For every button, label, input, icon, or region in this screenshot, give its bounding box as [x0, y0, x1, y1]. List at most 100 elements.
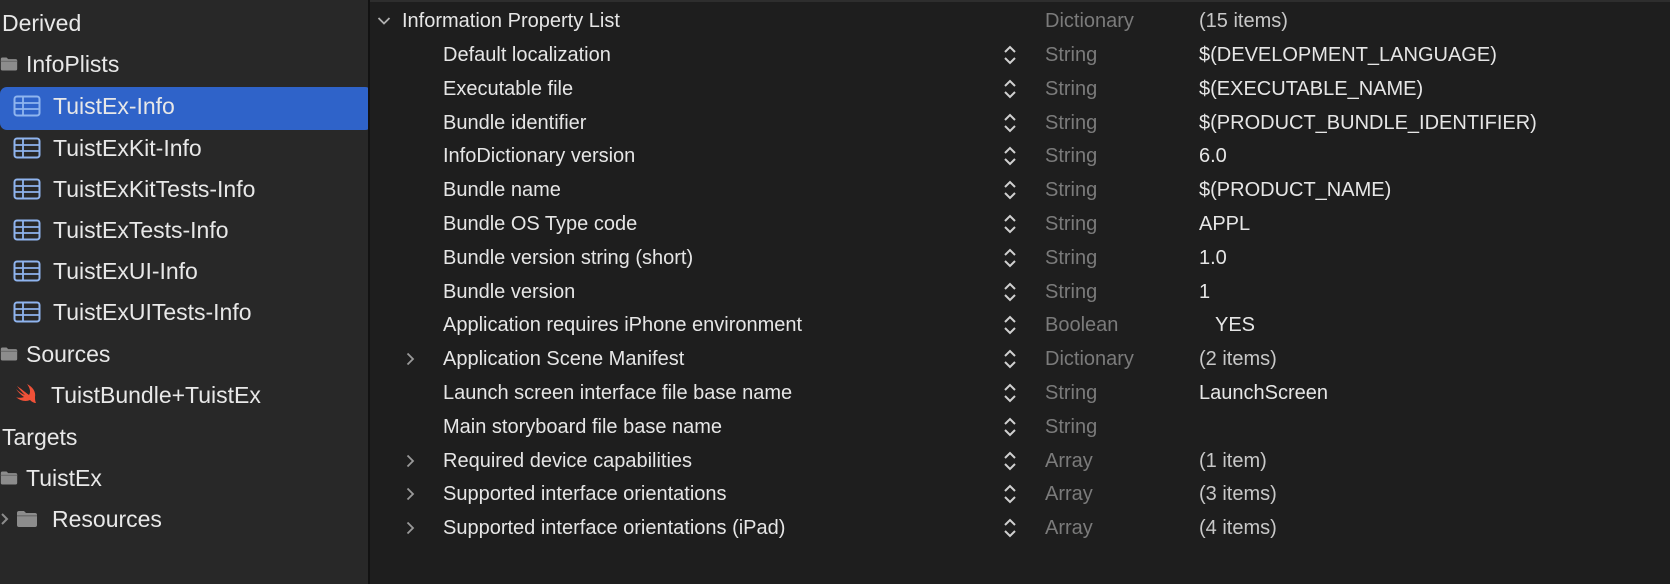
plist-value[interactable]: 6.0 [1199, 138, 1227, 174]
plist-type[interactable]: Array [1045, 476, 1093, 512]
plist-key[interactable]: Main storyboard file base name [443, 409, 722, 445]
plist-row[interactable]: Executable file String $(EXECUTABLE_NAME) [370, 71, 1670, 107]
folder-icon [16, 510, 38, 528]
plist-key[interactable]: Supported interface orientations (iPad) [443, 510, 785, 546]
chevron-right-icon[interactable] [0, 513, 10, 525]
plist-type[interactable]: String [1045, 138, 1097, 174]
chevron-right-icon[interactable] [398, 510, 422, 546]
key-stepper-icon[interactable] [1000, 111, 1020, 135]
plist-value[interactable]: $(PRODUCT_NAME) [1199, 172, 1391, 208]
plist-type[interactable]: String [1045, 37, 1097, 73]
plist-row[interactable]: Bundle identifier String $(PRODUCT_BUNDLE_… [370, 105, 1670, 141]
sidebar-item-infoplists[interactable]: InfoPlists [0, 43, 368, 85]
plist-value[interactable]: (2 items) [1199, 341, 1277, 377]
key-stepper-icon[interactable] [1000, 482, 1020, 506]
plist-row[interactable]: Bundle OS Type code String APPL [370, 206, 1670, 242]
plist-row[interactable]: InfoDictionary version String 6.0 [370, 138, 1670, 174]
plist-value[interactable]: LaunchScreen [1199, 375, 1328, 411]
plist-row[interactable]: Default localization String $(DEVELOPMENT_… [370, 37, 1670, 73]
sidebar-item-tuistexkittests-info[interactable]: TuistExKitTests-Info [0, 168, 368, 210]
plist-value[interactable]: YES [1215, 307, 1255, 343]
key-stepper-icon[interactable] [1000, 43, 1020, 67]
plist-value[interactable]: (4 items) [1199, 510, 1277, 546]
header-separator [370, 0, 1670, 2]
plist-row[interactable]: Supported interface orientations (iPad) A… [370, 510, 1670, 546]
plist-key[interactable]: Application requires iPhone environment [443, 307, 802, 343]
plist-value[interactable]: (3 items) [1199, 476, 1277, 512]
plist-row[interactable]: Application Scene Manifest Dictionary (2 i… [370, 341, 1670, 377]
plist-key[interactable]: Supported interface orientations [443, 476, 727, 512]
sidebar-item-tuistexuitests-info[interactable]: TuistExUITests-Info [0, 291, 368, 333]
plist-value[interactable]: $(EXECUTABLE_NAME) [1199, 71, 1423, 107]
plist-key[interactable]: Default localization [443, 37, 611, 73]
plist-type[interactable]: String [1045, 409, 1097, 445]
plist-value[interactable]: APPL [1199, 206, 1250, 242]
sidebar-item-targets[interactable]: Targets [0, 416, 368, 458]
sidebar-item-resources[interactable]: Resources [0, 498, 368, 540]
plist-row[interactable]: Main storyboard file base name String [370, 409, 1670, 445]
plist-value[interactable]: (1 item) [1199, 443, 1267, 479]
plist-key[interactable]: Bundle version [443, 274, 575, 310]
plist-value[interactable]: (15 items) [1199, 3, 1288, 39]
plist-key[interactable]: Bundle version string (short) [443, 240, 693, 276]
plist-key[interactable]: Bundle identifier [443, 105, 586, 141]
plist-row[interactable]: Launch screen interface file base name St… [370, 375, 1670, 411]
plist-type[interactable]: Dictionary [1045, 341, 1134, 377]
plist-type[interactable]: String [1045, 105, 1097, 141]
plist-type[interactable]: String [1045, 71, 1097, 107]
plist-key[interactable]: Executable file [443, 71, 573, 107]
sidebar-item-tuistextests-info[interactable]: TuistExTests-Info [0, 209, 368, 251]
key-stepper-icon[interactable] [1000, 449, 1020, 473]
plist-key[interactable]: Application Scene Manifest [443, 341, 684, 377]
plist-row[interactable]: Bundle version String 1 [370, 274, 1670, 310]
plist-type[interactable]: String [1045, 375, 1097, 411]
key-stepper-icon[interactable] [1000, 516, 1020, 540]
key-stepper-icon[interactable] [1000, 144, 1020, 168]
sidebar-item-tuistexui-info[interactable]: TuistExUI-Info [0, 250, 368, 292]
sidebar-item-tuistexkit-info[interactable]: TuistExKit-Info [0, 127, 368, 169]
chevron-right-icon[interactable] [398, 341, 422, 377]
plist-type[interactable]: Array [1045, 510, 1093, 546]
sidebar-item-derived[interactable]: Derived [0, 2, 368, 44]
key-stepper-icon[interactable] [1000, 415, 1020, 439]
key-stepper-icon[interactable] [1000, 347, 1020, 371]
plist-value[interactable]: 1.0 [1199, 240, 1227, 276]
plist-type[interactable]: Array [1045, 443, 1093, 479]
key-stepper-icon[interactable] [1000, 381, 1020, 405]
plist-row[interactable]: Application requires iPhone environment B… [370, 307, 1670, 343]
plist-value[interactable]: $(DEVELOPMENT_LANGUAGE) [1199, 37, 1497, 73]
plist-key[interactable]: Launch screen interface file base name [443, 375, 792, 411]
chevron-right-icon[interactable] [398, 476, 422, 512]
plist-key[interactable]: Required device capabilities [443, 443, 692, 479]
plist-type[interactable]: Dictionary [1045, 3, 1134, 39]
plist-key[interactable]: Bundle name [443, 172, 561, 208]
plist-type[interactable]: Boolean [1045, 307, 1118, 343]
key-stepper-icon[interactable] [1000, 212, 1020, 236]
key-stepper-icon[interactable] [1000, 313, 1020, 337]
sidebar-item-tuistex[interactable]: TuistEx [0, 457, 368, 499]
sidebar-item-label: TuistExTests-Info [53, 216, 229, 243]
plist-root-row[interactable]: Information Property List Dictionary (15 i… [370, 3, 1670, 39]
plist-key[interactable]: Bundle OS Type code [443, 206, 637, 242]
plist-type[interactable]: String [1045, 274, 1097, 310]
plist-key[interactable]: InfoDictionary version [443, 138, 635, 174]
plist-row[interactable]: Supported interface orientations Array (3 … [370, 476, 1670, 512]
key-stepper-icon[interactable] [1000, 178, 1020, 202]
plist-row[interactable]: Bundle name String $(PRODUCT_NAME) [370, 172, 1670, 208]
plist-type[interactable]: String [1045, 206, 1097, 242]
sidebar-item-sources[interactable]: Sources [0, 333, 368, 375]
plist-row[interactable]: Required device capabilities Array (1 item… [370, 443, 1670, 479]
plist-value[interactable]: 1 [1199, 274, 1210, 310]
sidebar-item-tuistbundle-tuistex[interactable]: TuistBundle+TuistEx [0, 374, 368, 416]
key-stepper-icon[interactable] [1000, 77, 1020, 101]
key-stepper-icon[interactable] [1000, 246, 1020, 270]
chevron-right-icon[interactable] [398, 443, 422, 479]
plist-type[interactable]: String [1045, 240, 1097, 276]
key-stepper-icon[interactable] [1000, 280, 1020, 304]
plist-type[interactable]: String [1045, 172, 1097, 208]
property-list-editor: Information Property List Dictionary (15 i… [370, 0, 1670, 584]
plist-row[interactable]: Bundle version string (short) String 1.0 [370, 240, 1670, 276]
chevron-down-icon[interactable] [372, 3, 396, 39]
plist-value[interactable]: $(PRODUCT_BUNDLE_IDENTIFIER) [1199, 105, 1537, 141]
sidebar-item-tuistex-info[interactable]: TuistEx-Info [0, 85, 368, 130]
